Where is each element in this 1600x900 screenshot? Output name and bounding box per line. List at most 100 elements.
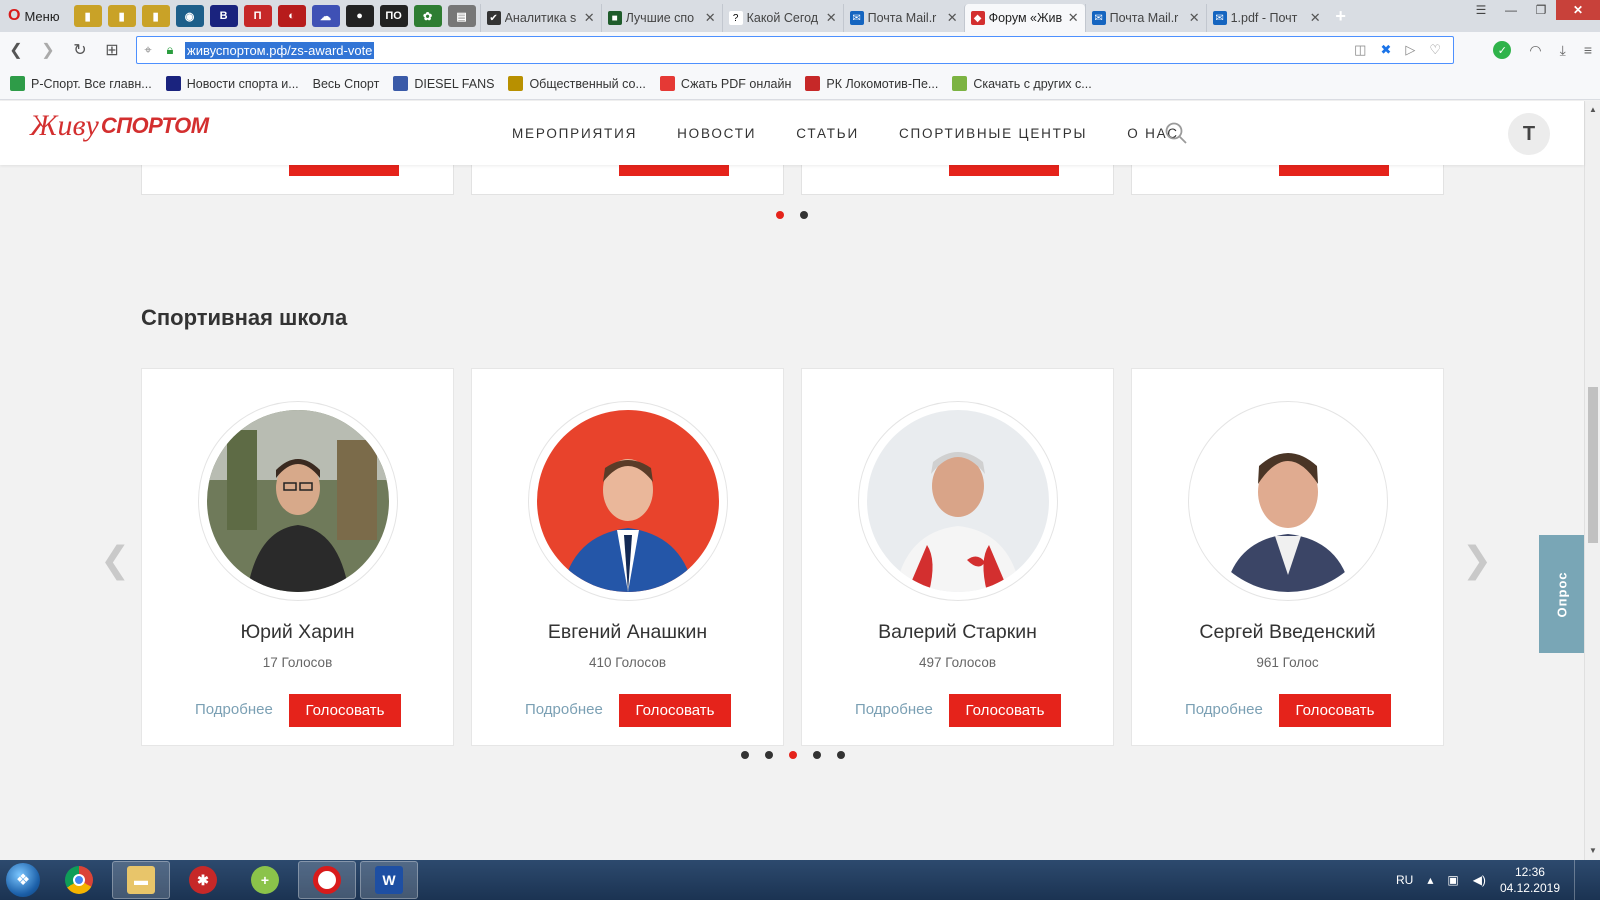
taskbar-explorer[interactable]: ▬: [112, 861, 170, 899]
pinned-tab-icon[interactable]: П: [243, 5, 272, 27]
taskbar-app-red[interactable]: ✱: [174, 861, 232, 899]
start-button[interactable]: ❖: [0, 860, 46, 900]
vote-button[interactable]: Голосовать: [289, 694, 401, 727]
carousel-dot[interactable]: [800, 211, 808, 219]
details-link[interactable]: Подробнее: [855, 701, 933, 718]
pinned-tab-icon[interactable]: ☁: [311, 5, 340, 27]
scroll-up-icon[interactable]: ▲: [1585, 103, 1600, 117]
taskbar-opera[interactable]: [298, 861, 356, 899]
adblock-icon[interactable]: ✖: [1380, 42, 1391, 58]
network-icon[interactable]: ▣: [1447, 873, 1458, 887]
maximize-button[interactable]: ❐: [1526, 0, 1556, 20]
easy-setup-icon[interactable]: ≡: [1584, 42, 1592, 58]
snapshot-icon[interactable]: ◫: [1354, 42, 1366, 58]
language-indicator[interactable]: RU: [1396, 873, 1413, 887]
vote-button[interactable]: Голосовать: [949, 694, 1061, 727]
bookmark-item[interactable]: DIESEL FANS: [393, 76, 494, 91]
details-link[interactable]: Подробнее: [525, 701, 603, 718]
bookmark-item[interactable]: Р-Спорт. Все главн...: [10, 76, 152, 91]
pinned-tab-icon[interactable]: ✿: [413, 5, 442, 27]
carousel-dot[interactable]: [837, 751, 845, 759]
vote-button[interactable]: [949, 165, 1059, 176]
volume-icon[interactable]: ◀): [1473, 873, 1486, 887]
browser-tab[interactable]: ■ Лучшие спо ✕: [600, 4, 722, 32]
carousel-dot[interactable]: [765, 751, 773, 759]
pinned-tab-icon[interactable]: ▮: [141, 5, 170, 27]
nav-item[interactable]: НОВОСТИ: [677, 126, 756, 141]
url-text[interactable]: живуспортом.рф/zs-award-vote: [185, 41, 375, 59]
details-link[interactable]: Подробнее: [1185, 701, 1263, 718]
scroll-thumb[interactable]: [1588, 387, 1598, 543]
pinned-tab-icon[interactable]: ▮: [73, 5, 102, 27]
pinned-tab-icon[interactable]: B: [209, 5, 238, 27]
search-icon[interactable]: [1164, 121, 1188, 145]
browser-tab[interactable]: ✉ 1.pdf - Почт ✕: [1205, 4, 1327, 32]
tab-close-icon[interactable]: ✕: [826, 10, 837, 26]
user-avatar[interactable]: Т: [1508, 113, 1550, 155]
clock[interactable]: 12:36 04.12.2019: [1500, 864, 1560, 896]
lock-icon[interactable]: 🔒︎: [159, 42, 181, 58]
tab-menu-icon[interactable]: ☰: [1466, 0, 1496, 20]
browser-tab[interactable]: ◆ Форум «Жив ✕: [963, 4, 1085, 32]
carousel-dot[interactable]: [789, 751, 797, 759]
vote-button[interactable]: Голосовать: [619, 694, 731, 727]
pinned-tab-icon[interactable]: ▮: [107, 5, 136, 27]
carousel-prev-arrow-icon[interactable]: ❮: [100, 540, 130, 581]
nav-item[interactable]: МЕРОПРИЯТИЯ: [512, 126, 637, 141]
forward-icon[interactable]: ❯: [32, 34, 64, 66]
bookmark-item[interactable]: Общественный со...: [508, 76, 646, 91]
tab-close-icon[interactable]: ✕: [584, 10, 595, 26]
tab-close-icon[interactable]: ✕: [705, 10, 716, 26]
location-pin-icon[interactable]: ⌖: [137, 42, 159, 58]
browser-tab[interactable]: ✔ Аналитика s ✕: [479, 4, 601, 32]
speed-dial-icon[interactable]: ⊞: [96, 34, 128, 66]
tab-close-icon[interactable]: ✕: [947, 10, 958, 26]
back-icon[interactable]: ❮: [0, 34, 32, 66]
taskbar-app-plus[interactable]: +: [236, 861, 294, 899]
nav-item[interactable]: СПОРТИВНЫЕ ЦЕНТРЫ: [899, 126, 1087, 141]
taskbar-word[interactable]: W: [360, 861, 418, 899]
browser-tab[interactable]: ✉ Почта Mail.r ✕: [1084, 4, 1206, 32]
tray-expand-icon[interactable]: ▴: [1427, 873, 1433, 887]
pinned-tab-icon[interactable]: ▤: [447, 5, 476, 27]
close-window-button[interactable]: ✕: [1556, 0, 1600, 20]
scroll-down-icon[interactable]: ▼: [1585, 844, 1600, 858]
tab-close-icon[interactable]: ✕: [1310, 10, 1321, 26]
carousel-dot[interactable]: [813, 751, 821, 759]
carousel-next-arrow-icon[interactable]: ❯: [1462, 540, 1492, 581]
tab-close-icon[interactable]: ✕: [1189, 10, 1200, 26]
bookmark-item[interactable]: РК Локомотив-Пе...: [805, 76, 938, 91]
bookmark-item[interactable]: Скачать с других с...: [952, 76, 1092, 91]
details-link[interactable]: Подробнее: [195, 701, 273, 718]
extension-check-icon[interactable]: ✓: [1493, 41, 1512, 59]
show-desktop-button[interactable]: [1574, 860, 1586, 900]
reload-icon[interactable]: ↻: [64, 34, 96, 66]
taskbar-chrome[interactable]: [50, 861, 108, 899]
vote-button[interactable]: [1279, 165, 1389, 176]
send-icon[interactable]: ▷: [1405, 42, 1415, 58]
pinned-tab-icon[interactable]: ●: [345, 5, 374, 27]
minimize-button[interactable]: —: [1496, 0, 1526, 20]
carousel-dot[interactable]: [741, 751, 749, 759]
url-field[interactable]: ⌖ 🔒︎ живуспортом.рф/zs-award-vote ◫ ✖ ▷ …: [136, 36, 1454, 64]
opera-menu-button[interactable]: O Меню: [0, 0, 68, 32]
nav-item[interactable]: СТАТЬИ: [796, 126, 859, 141]
tab-close-icon[interactable]: ✕: [1068, 10, 1079, 26]
site-logo[interactable]: Живу СПОРТОМ: [30, 109, 209, 143]
bookmark-item[interactable]: Сжать PDF онлайн: [659, 76, 791, 91]
bookmark-item[interactable]: Весь Спорт: [313, 77, 380, 91]
rss-icon[interactable]: ◠: [1529, 42, 1541, 59]
bookmark-heart-icon[interactable]: ♡: [1429, 42, 1441, 58]
pinned-tab-icon[interactable]: ПО: [379, 5, 408, 27]
vote-button[interactable]: [289, 165, 399, 176]
browser-tab[interactable]: ? Какой Сегод ✕: [721, 4, 843, 32]
carousel-dot[interactable]: [776, 211, 784, 219]
pinned-tab-icon[interactable]: ◉: [175, 5, 204, 27]
browser-tab[interactable]: ✉ Почта Mail.r ✕: [842, 4, 964, 32]
new-tab-button[interactable]: +: [1327, 2, 1355, 30]
bookmark-item[interactable]: Новости спорта и...: [165, 76, 299, 91]
pinned-tab-icon[interactable]: ◐: [277, 5, 306, 27]
downloads-icon[interactable]: ⤓: [1560, 42, 1566, 59]
vote-button[interactable]: Голосовать: [1279, 694, 1391, 727]
vote-button[interactable]: [619, 165, 729, 176]
